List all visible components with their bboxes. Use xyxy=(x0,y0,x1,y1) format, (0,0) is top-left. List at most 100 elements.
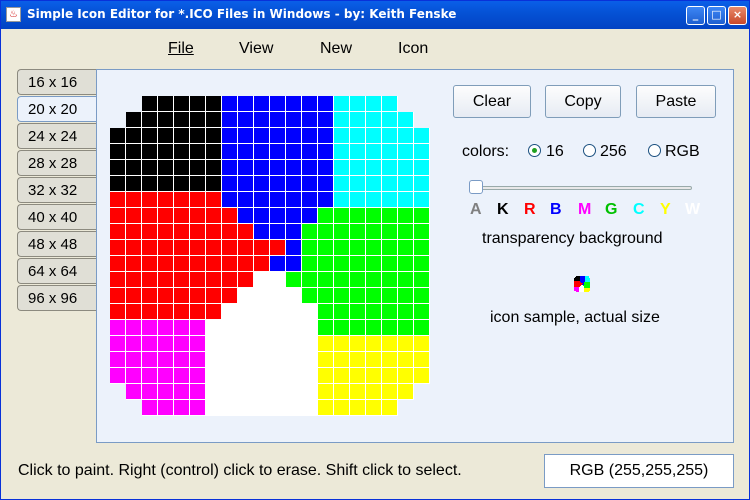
pixel-cell[interactable] xyxy=(286,224,302,240)
pixel-cell[interactable] xyxy=(158,304,174,320)
pixel-cell[interactable] xyxy=(318,288,334,304)
pixel-cell[interactable] xyxy=(414,320,430,336)
pixel-cell[interactable] xyxy=(142,208,158,224)
pixel-cell[interactable] xyxy=(270,224,286,240)
pixel-cell[interactable] xyxy=(142,288,158,304)
pixel-cell[interactable] xyxy=(318,352,334,368)
pixel-cell[interactable] xyxy=(142,256,158,272)
pixel-cell[interactable] xyxy=(270,128,286,144)
pixel-cell[interactable] xyxy=(414,240,430,256)
pixel-cell[interactable] xyxy=(190,160,206,176)
pixel-cell[interactable] xyxy=(366,144,382,160)
transparency-letter-b[interactable]: B xyxy=(550,201,562,219)
pixel-cell[interactable] xyxy=(366,192,382,208)
pixel-cell[interactable] xyxy=(174,96,190,112)
pixel-cell[interactable] xyxy=(190,336,206,352)
pixel-cell[interactable] xyxy=(190,352,206,368)
menu-new[interactable]: New xyxy=(320,40,352,58)
menu-file[interactable]: File xyxy=(168,40,194,58)
pixel-cell[interactable] xyxy=(286,352,302,368)
pixel-cell[interactable] xyxy=(334,176,350,192)
pixel-cell[interactable] xyxy=(254,96,270,112)
pixel-cell[interactable] xyxy=(158,192,174,208)
pixel-cell[interactable] xyxy=(334,320,350,336)
pixel-cell[interactable] xyxy=(398,336,414,352)
pixel-cell[interactable] xyxy=(334,128,350,144)
pixel-cell[interactable] xyxy=(382,256,398,272)
pixel-cell[interactable] xyxy=(222,112,238,128)
pixel-cell[interactable] xyxy=(158,400,174,416)
pixel-cell[interactable] xyxy=(158,336,174,352)
pixel-cell[interactable] xyxy=(190,288,206,304)
transparency-slider-track[interactable] xyxy=(471,186,692,190)
pixel-cell[interactable] xyxy=(286,112,302,128)
pixel-cell[interactable] xyxy=(270,400,286,416)
pixel-cell[interactable] xyxy=(398,192,414,208)
pixel-cell[interactable] xyxy=(238,240,254,256)
pixel-cell[interactable] xyxy=(350,320,366,336)
pixel-cell[interactable] xyxy=(110,176,126,192)
pixel-cell[interactable] xyxy=(382,288,398,304)
pixel-cell[interactable] xyxy=(238,128,254,144)
pixel-cell[interactable] xyxy=(158,96,174,112)
pixel-cell[interactable] xyxy=(126,288,142,304)
pixel-cell[interactable] xyxy=(206,384,222,400)
pixel-cell[interactable] xyxy=(222,240,238,256)
pixel-cell[interactable] xyxy=(398,320,414,336)
pixel-cell[interactable] xyxy=(286,320,302,336)
pixel-cell[interactable] xyxy=(126,176,142,192)
pixel-cell[interactable] xyxy=(302,240,318,256)
pixel-cell[interactable] xyxy=(126,256,142,272)
pixel-cell[interactable] xyxy=(254,400,270,416)
pixel-cell[interactable] xyxy=(174,384,190,400)
pixel-cell[interactable] xyxy=(110,128,126,144)
pixel-cell[interactable] xyxy=(350,400,366,416)
clear-button[interactable]: Clear xyxy=(453,85,531,118)
pixel-cell[interactable] xyxy=(190,368,206,384)
pixel-cell[interactable] xyxy=(206,176,222,192)
pixel-cell[interactable] xyxy=(366,256,382,272)
pixel-cell[interactable] xyxy=(302,400,318,416)
pixel-cell[interactable] xyxy=(382,384,398,400)
pixel-cell[interactable] xyxy=(222,176,238,192)
pixel-cell[interactable] xyxy=(254,192,270,208)
pixel-cell[interactable] xyxy=(286,208,302,224)
pixel-cell[interactable] xyxy=(286,272,302,288)
pixel-cell[interactable] xyxy=(366,320,382,336)
pixel-cell[interactable] xyxy=(158,288,174,304)
pixel-cell[interactable] xyxy=(190,240,206,256)
pixel-cell[interactable] xyxy=(238,384,254,400)
pixel-cell[interactable] xyxy=(398,272,414,288)
pixel-cell[interactable] xyxy=(190,320,206,336)
pixel-cell[interactable] xyxy=(126,112,142,128)
pixel-cell[interactable] xyxy=(398,240,414,256)
pixel-cell[interactable] xyxy=(398,224,414,240)
pixel-cell[interactable] xyxy=(110,368,126,384)
pixel-cell[interactable] xyxy=(206,256,222,272)
pixel-cell[interactable] xyxy=(398,288,414,304)
maximize-button[interactable]: □ xyxy=(707,6,726,25)
pixel-cell[interactable] xyxy=(366,384,382,400)
pixel-cell[interactable] xyxy=(158,240,174,256)
pixel-cell[interactable] xyxy=(414,368,430,384)
pixel-cell[interactable] xyxy=(382,96,398,112)
pixel-cell[interactable] xyxy=(174,336,190,352)
pixel-cell[interactable] xyxy=(238,352,254,368)
tab-48x48[interactable]: 48 x 48 xyxy=(17,231,97,257)
pixel-cell[interactable] xyxy=(382,240,398,256)
pixel-cell[interactable] xyxy=(190,384,206,400)
pixel-cell[interactable] xyxy=(142,224,158,240)
pixel-cell[interactable] xyxy=(350,256,366,272)
pixel-cell[interactable] xyxy=(158,128,174,144)
pixel-cell[interactable] xyxy=(142,112,158,128)
pixel-cell[interactable] xyxy=(318,224,334,240)
pixel-cell[interactable] xyxy=(302,176,318,192)
tab-96x96[interactable]: 96 x 96 xyxy=(17,285,97,311)
pixel-cell[interactable] xyxy=(254,208,270,224)
transparency-letter-g[interactable]: G xyxy=(605,201,617,219)
pixel-cell[interactable] xyxy=(350,352,366,368)
pixel-cell[interactable] xyxy=(318,208,334,224)
pixel-cell[interactable] xyxy=(270,288,286,304)
pixel-cell[interactable] xyxy=(238,256,254,272)
pixel-cell[interactable] xyxy=(142,320,158,336)
